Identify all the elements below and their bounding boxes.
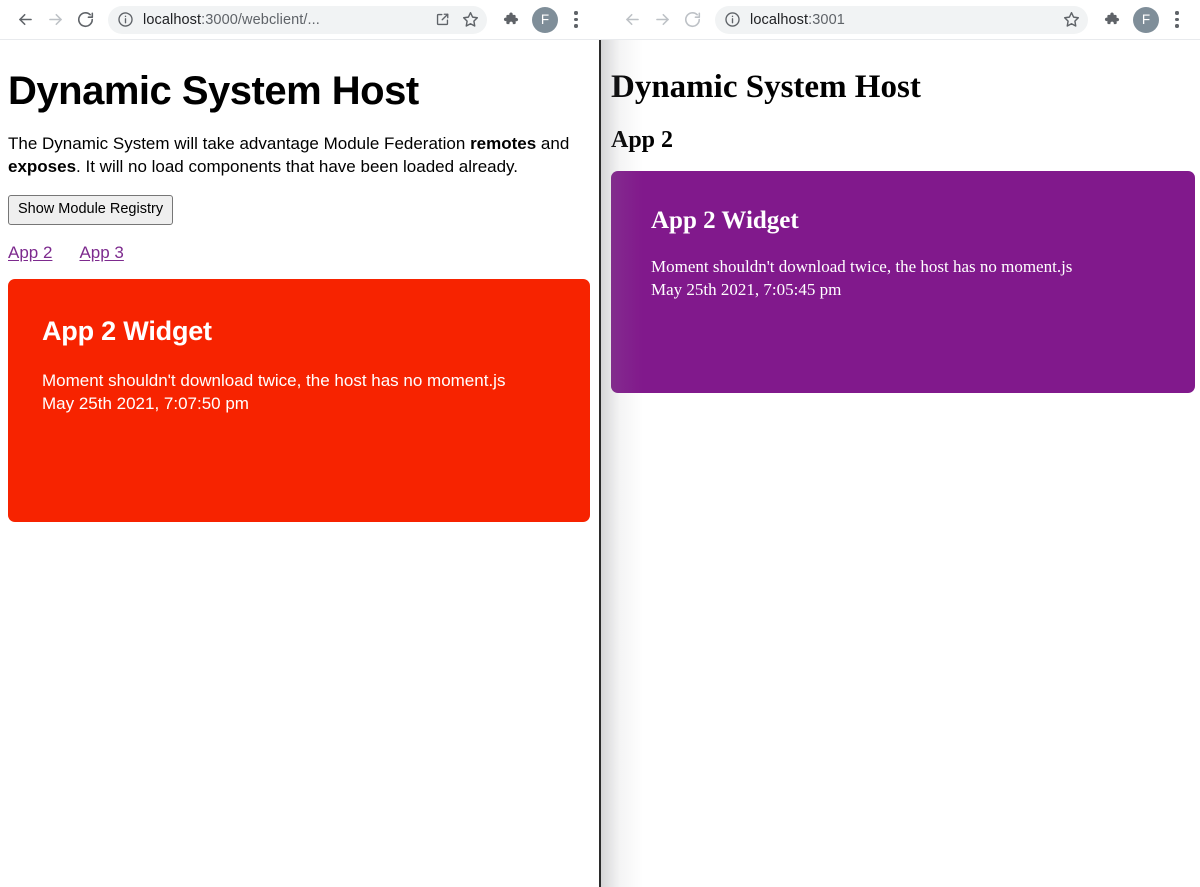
show-module-registry-button[interactable]: Show Module Registry	[8, 195, 174, 225]
address-bar-right[interactable]: localhost:3001	[715, 5, 1088, 34]
widget-body-left: Moment shouldn't download twice, the hos…	[42, 371, 506, 414]
extensions-puzzle-icon[interactable]	[496, 5, 526, 35]
profile-avatar[interactable]: F	[1133, 6, 1159, 33]
url-host: localhost	[143, 11, 202, 28]
widget-heading-right: App 2 Widget	[651, 206, 799, 234]
profile-avatar[interactable]: F	[532, 6, 558, 33]
share-icon[interactable]	[429, 7, 455, 33]
intro-bold-exposes: exposes	[8, 157, 77, 177]
browser-window-left: localhost:3000/webclient/... F Dynamic S…	[0, 0, 599, 887]
bookmark-star-icon[interactable]	[1058, 7, 1084, 33]
address-bar-url-right: localhost:3001	[750, 6, 1056, 34]
intro-text-1: The Dynamic System will take advantage M…	[8, 134, 471, 154]
url-path: :3000/webclient/...	[201, 11, 320, 28]
dual-browser-screenshot: localhost:3000/webclient/... F Dynamic S…	[0, 0, 1200, 887]
app2-widget-card-right: App 2 Widget Moment shouldn't download t…	[611, 170, 1195, 393]
remote-app-links: App 2 App 3	[8, 243, 591, 263]
reload-button[interactable]	[70, 5, 100, 35]
widget-heading-left: App 2 Widget	[42, 315, 212, 346]
bookmark-star-icon[interactable]	[457, 7, 483, 33]
link-app-3[interactable]: App 3	[79, 243, 123, 263]
chrome-menu-icon[interactable]	[563, 5, 589, 35]
intro-text-2: and	[536, 134, 570, 154]
site-info-icon[interactable]	[117, 11, 134, 28]
browser-toolbar-left: localhost:3000/webclient/... F	[0, 0, 599, 40]
page-title-right: Dynamic System Host	[611, 69, 921, 105]
page-title-left: Dynamic System Host	[8, 69, 419, 113]
back-button[interactable]	[617, 5, 647, 35]
link-app-2[interactable]: App 2	[8, 243, 52, 263]
address-bar-left[interactable]: localhost:3000/webclient/...	[108, 5, 487, 34]
address-bar-url-left: localhost:3000/webclient/...	[143, 6, 427, 34]
extensions-puzzle-icon[interactable]	[1097, 5, 1127, 35]
url-port: :3001	[808, 11, 845, 28]
url-host: localhost	[750, 11, 809, 28]
browser-toolbar-right: localhost:3001 F	[599, 0, 1200, 40]
intro-bold-remotes: remotes	[470, 134, 537, 154]
page-content-left: Dynamic System Host The Dynamic System w…	[0, 40, 599, 887]
forward-button[interactable]	[647, 5, 677, 35]
section-heading-app2: App 2	[611, 127, 674, 154]
reload-button[interactable]	[677, 5, 707, 35]
site-info-icon[interactable]	[724, 11, 741, 28]
forward-button[interactable]	[40, 5, 70, 35]
intro-text-3: . It will no load components that have b…	[76, 157, 519, 177]
intro-paragraph: The Dynamic System will take advantage M…	[8, 133, 578, 179]
page-content-right: Dynamic System Host App 2 App 2 Widget M…	[599, 40, 1200, 887]
browser-window-right: localhost:3001 F Dynamic System Host App…	[599, 0, 1200, 887]
back-button[interactable]	[10, 5, 40, 35]
chrome-menu-icon[interactable]	[1164, 5, 1190, 35]
app2-widget-card-left: App 2 Widget Moment shouldn't download t…	[8, 278, 590, 522]
widget-body-right: Moment shouldn't download twice, the hos…	[651, 257, 1073, 300]
